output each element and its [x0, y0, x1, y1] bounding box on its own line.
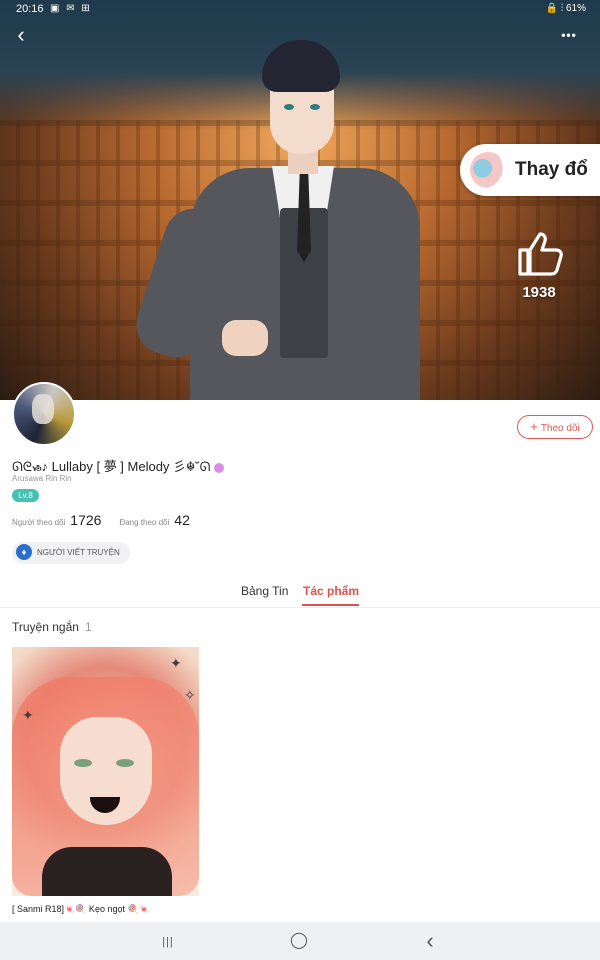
profile-cover: 20:16 ▣ ✉ ⊞ 🔒 ⫶ 61% ‹ ••• Thay đổ 1938	[0, 0, 600, 400]
follow-button[interactable]: + Theo dõi	[517, 415, 593, 439]
change-outfit-label: Thay đổ	[515, 159, 588, 180]
story-title[interactable]: [ Sanmi R18]🍬🍭 Kẹo ngọt 🍭🍬	[12, 904, 150, 915]
divider	[0, 607, 600, 608]
more-options-button[interactable]: •••	[556, 22, 582, 48]
profile-tabs: Bảng Tin Tác phẩm	[0, 580, 600, 608]
profile-handle: Arusawa Rin Rin	[12, 474, 72, 483]
followers-label: Người theo dõi	[12, 518, 66, 527]
tab-news-feed[interactable]: Bảng Tin	[241, 584, 288, 598]
more-icon: •••	[561, 28, 577, 42]
follow-stats: Người theo dõi 1726 Đang theo dõi 42	[12, 512, 208, 528]
nav-back-icon: ‹	[426, 928, 434, 953]
home-button[interactable]: ◯	[279, 928, 319, 954]
section-title: Truyện ngắn 1	[12, 620, 92, 634]
status-right: 🔒 ⫶ 61%	[545, 3, 586, 14]
like-button[interactable]	[512, 230, 566, 278]
follow-label: Theo dõi	[540, 423, 580, 434]
story-cover[interactable]: ✦ ✧ ✦	[12, 647, 199, 896]
level-badge: Lv.8	[12, 489, 39, 502]
avatar[interactable]	[12, 382, 76, 446]
like-count: 1938	[522, 284, 556, 301]
avatar-character	[128, 38, 440, 400]
change-outfit-button[interactable]: Thay đổ	[460, 144, 600, 196]
writer-badge-label: NGƯỜI VIẾT TRUYỆN	[37, 548, 120, 557]
following-label: Đang theo dõi	[119, 518, 170, 527]
status-time: 20:16	[16, 3, 44, 15]
followers-count[interactable]: 1726	[70, 512, 101, 528]
tab-works[interactable]: Tác phẩm	[303, 584, 359, 598]
writer-badge-icon: ♦	[16, 543, 32, 560]
plus-icon: +	[530, 419, 538, 434]
back-icon: ‹	[17, 22, 25, 47]
active-tab-indicator	[302, 604, 359, 606]
nav-back-button[interactable]: ‹	[410, 928, 450, 954]
section-count: 1	[84, 620, 92, 634]
gem-icon	[214, 462, 225, 473]
profile-username: ᘏᘓᏹ♪ Lullaby [ 夢 ] Melody 彡☬˘ᘏ	[12, 456, 225, 475]
status-icons: ▣ ✉ ⊞	[50, 3, 92, 14]
status-bar: 20:16 ▣ ✉ ⊞ 🔒 ⫶ 61%	[0, 0, 600, 18]
home-icon: ◯	[290, 932, 308, 949]
writer-badge: ♦ NGƯỜI VIẾT TRUYỆN	[12, 542, 130, 564]
recent-apps-button[interactable]: |||	[148, 928, 188, 954]
recent-apps-icon: |||	[162, 936, 174, 948]
back-button[interactable]: ‹	[8, 22, 34, 48]
outfit-thumbnail	[470, 152, 506, 188]
thumbs-up-icon	[518, 232, 563, 276]
system-nav-bar: ||| ◯ ‹	[0, 922, 600, 960]
following-count[interactable]: 42	[174, 512, 190, 528]
